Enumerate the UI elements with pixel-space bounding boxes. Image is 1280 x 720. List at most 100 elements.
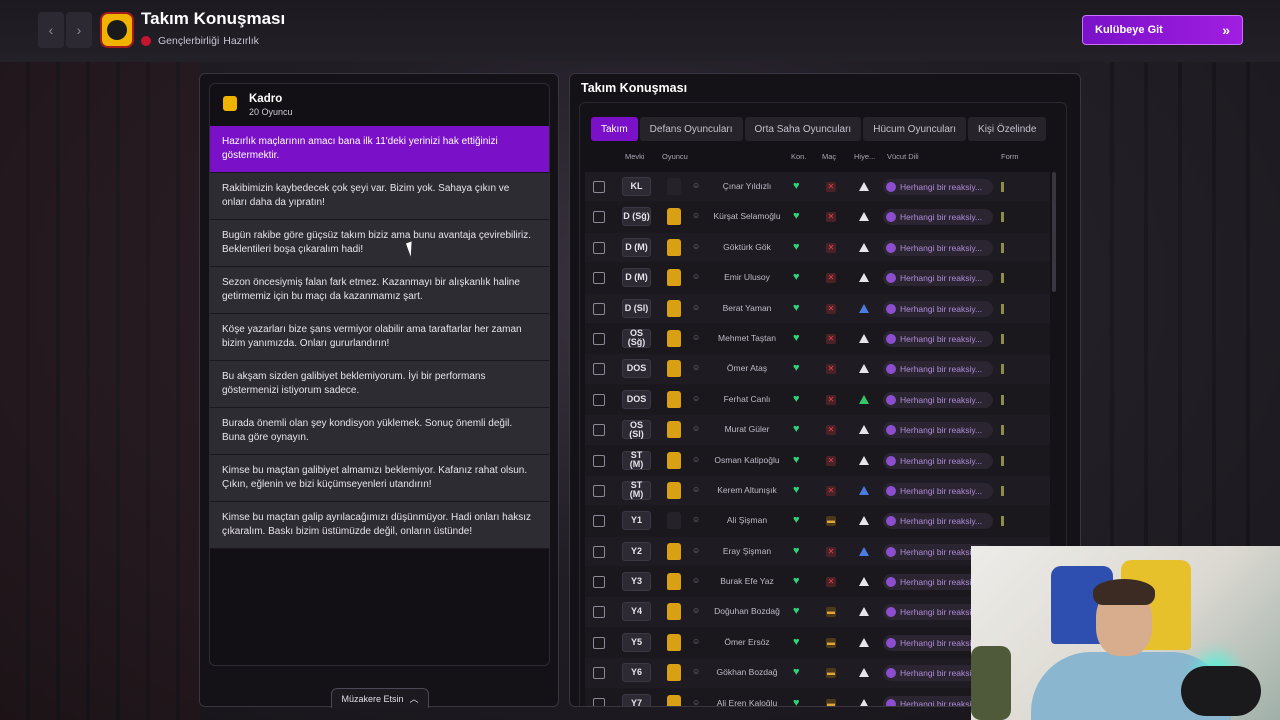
go-to-bench-label: Kulübeye Git	[1095, 24, 1163, 36]
player-name[interactable]: Osman Katipoğlu	[707, 455, 787, 465]
player-name[interactable]: Kerem Altunışık	[707, 485, 787, 495]
player-name[interactable]: Göktürk Gök	[707, 242, 787, 252]
player-name[interactable]: Mehmet Taştan	[707, 333, 787, 343]
col-position[interactable]: Mevki	[625, 152, 645, 161]
player-name[interactable]: Ömer Ersöz	[707, 637, 787, 647]
chevron-up-icon: ︿	[409, 694, 419, 704]
player-name[interactable]: Emir Ulusoy	[707, 272, 787, 282]
row-checkbox[interactable]	[593, 181, 605, 193]
heart-icon: ♥	[793, 453, 800, 466]
player-name[interactable]: Ali Şişman	[707, 515, 787, 525]
body-language-badge: Herhangi bir reaksiy...	[883, 513, 993, 530]
col-body-language[interactable]: Vücut Dili	[887, 152, 919, 161]
talk-option[interactable]: Sezon öncesiymiş falan fark etmez. Kazan…	[210, 267, 549, 314]
table-row[interactable]: DOS ☺ Ferhat Canlı ♥ ✕ Herhangi bir reaksiy..…	[585, 384, 1050, 416]
row-checkbox[interactable]	[593, 454, 605, 467]
player-name[interactable]: Ömer Ataş	[707, 363, 787, 373]
person-icon: ☺	[692, 484, 701, 494]
row-checkbox[interactable]	[593, 332, 605, 345]
reaction-text: Herhangi bir reaksiy...	[900, 303, 983, 314]
player-name[interactable]: Ferhat Canlı	[707, 394, 787, 404]
player-name[interactable]: Kürşat Selamoğlu	[707, 211, 787, 221]
col-form[interactable]: Form	[1001, 152, 1019, 161]
go-to-bench-button[interactable]: Kulübeye Git »	[1082, 15, 1243, 45]
row-checkbox[interactable]	[593, 302, 605, 315]
table-row[interactable]: D (Sl) ☺ Berat Yaman ♥ ✕ Herhangi bir reaksiy…	[585, 293, 1050, 324]
reaction-icon	[886, 668, 896, 679]
player-name[interactable]: Eray Şişman	[707, 546, 787, 556]
col-player[interactable]: Oyuncu	[662, 152, 688, 161]
row-checkbox[interactable]	[593, 515, 605, 528]
talk-option[interactable]: Kimse bu maçtan galip ayrılacağımızı düş…	[210, 502, 549, 549]
row-checkbox[interactable]	[593, 484, 605, 497]
shirt-icon	[667, 664, 681, 682]
table-row[interactable]: ST (M) ☺ Osman Katipoğlu ♥ ✕ Herhangi bir rea…	[585, 445, 1050, 476]
player-name[interactable]: Ali Eren Kaloğlu	[707, 698, 787, 706]
match-status-icon: ✕	[826, 455, 836, 466]
player-name[interactable]: Gökhan Bozdağ	[707, 667, 787, 677]
back-button[interactable]: ‹	[38, 12, 64, 48]
talk-option[interactable]: Rakibimizin kaybedecek çok şeyi var. Biz…	[210, 173, 549, 220]
row-checkbox[interactable]	[593, 606, 605, 619]
row-checkbox[interactable]	[593, 241, 605, 254]
tab-defenders[interactable]: Defans Oyuncuları	[639, 117, 743, 141]
row-checkbox[interactable]	[593, 272, 605, 285]
table-scrollbar[interactable]	[1052, 172, 1056, 292]
match-status-icon: ✕	[826, 425, 836, 436]
player-name[interactable]: Doğuhan Bozdağ	[707, 606, 787, 616]
form-bar	[1001, 212, 1004, 223]
tab-attackers[interactable]: Hücum Oyuncuları	[863, 117, 967, 141]
row-checkbox[interactable]	[593, 667, 605, 680]
table-row[interactable]: D (M) ☺ Emir Ulusoy ♥ ✕ Herhangi bir reaksiy.…	[585, 263, 1050, 294]
player-name[interactable]: Çınar Yıldızlı	[707, 181, 787, 191]
table-row[interactable]: KL ☺ Çınar Yıldızlı ♥ ✕ Herhangi bir reaksiy.…	[585, 172, 1050, 203]
breadcrumb-stage[interactable]: Hazırlık	[223, 35, 259, 47]
table-row[interactable]: DOS ☺ Ömer Ataş ♥ ✕ Herhangi bir reaksiy...	[585, 354, 1050, 385]
player-name[interactable]: Murat Güler	[707, 424, 787, 434]
table-row[interactable]: Y1 ☺ Ali Şişman ♥ ▬ Herhangi bir reaksiy...	[585, 506, 1050, 537]
person-icon: ☺	[692, 424, 701, 434]
tab-midfielders[interactable]: Orta Saha Oyuncuları	[744, 117, 862, 141]
col-match[interactable]: Maç	[822, 152, 836, 161]
player-name[interactable]: Berat Yaman	[707, 303, 787, 313]
talk-option[interactable]: Hazırlık maçlarının amacı bana ilk 11'de…	[210, 126, 549, 173]
body-language-badge: Herhangi bir reaksiy...	[883, 361, 993, 378]
tab-individual[interactable]: Kişi Özelinde	[968, 117, 1047, 141]
row-checkbox[interactable]	[593, 545, 605, 558]
forward-button[interactable]: ›	[66, 12, 92, 48]
person-icon: ☺	[692, 181, 701, 190]
person-icon: ☺	[692, 302, 701, 312]
shirt-icon	[667, 542, 681, 560]
reaction-icon	[886, 546, 896, 557]
table-row[interactable]: D (M) ☺ Göktürk Gök ♥ ✕ Herhangi bir reaksiy.…	[585, 232, 1050, 264]
col-condition[interactable]: Kon.	[791, 152, 806, 161]
table-row[interactable]: OS (Sğ) ☺ Mehmet Taştan ♥ ✕ Herhangi bir reak…	[585, 323, 1050, 355]
person-icon: ☺	[692, 393, 701, 403]
talk-option[interactable]: Kimse bu maçtan galibiyet almamızı bekle…	[210, 455, 549, 502]
row-checkbox[interactable]	[593, 211, 605, 224]
talk-option[interactable]: Bugün rakibe göre güçsüz takım biziz ama…	[210, 220, 549, 267]
row-checkbox[interactable]	[593, 424, 605, 437]
row-checkbox[interactable]	[593, 697, 605, 706]
negotiate-button[interactable]: Müzakere Etsin ︿	[331, 688, 429, 708]
talk-option[interactable]: Bu akşam sizden galibiyet beklemiyorum. …	[210, 361, 549, 408]
talk-option[interactable]: Köşe yazarları bize şans vermiyor olabil…	[210, 314, 549, 361]
table-row[interactable]: ST (M) ☺ Kerem Altunışık ♥ ✕ Herhangi bir rea…	[585, 475, 1050, 507]
table-row[interactable]: OS (Sl) ☺ Murat Güler ♥ ✕ Herhangi bir reaksi…	[585, 415, 1050, 446]
col-hierarchy[interactable]: Hiye...	[854, 152, 875, 161]
reaction-icon	[886, 577, 896, 588]
talk-option[interactable]: Burada önemli olan şey kondisyon yükleme…	[210, 408, 549, 455]
table-row[interactable]: D (Sğ) ☺ Kürşat Selamoğlu ♥ ✕ Herhangi bir re…	[585, 202, 1050, 233]
tab-team[interactable]: Takım	[591, 117, 638, 141]
reaction-text: Herhangi bir reaksiy...	[900, 394, 983, 405]
heart-icon: ♥	[793, 575, 800, 588]
shirt-icon	[667, 481, 681, 499]
row-checkbox[interactable]	[593, 636, 605, 649]
breadcrumb-club[interactable]: Gençlerbirliği	[158, 35, 219, 47]
reaction-text: Herhangi bir reaksiy...	[900, 516, 983, 527]
player-name[interactable]: Burak Efe Yaz	[707, 576, 787, 586]
row-checkbox[interactable]	[593, 393, 605, 406]
position-badge: ST (M)	[622, 450, 651, 470]
row-checkbox[interactable]	[593, 363, 605, 376]
row-checkbox[interactable]	[593, 576, 605, 589]
